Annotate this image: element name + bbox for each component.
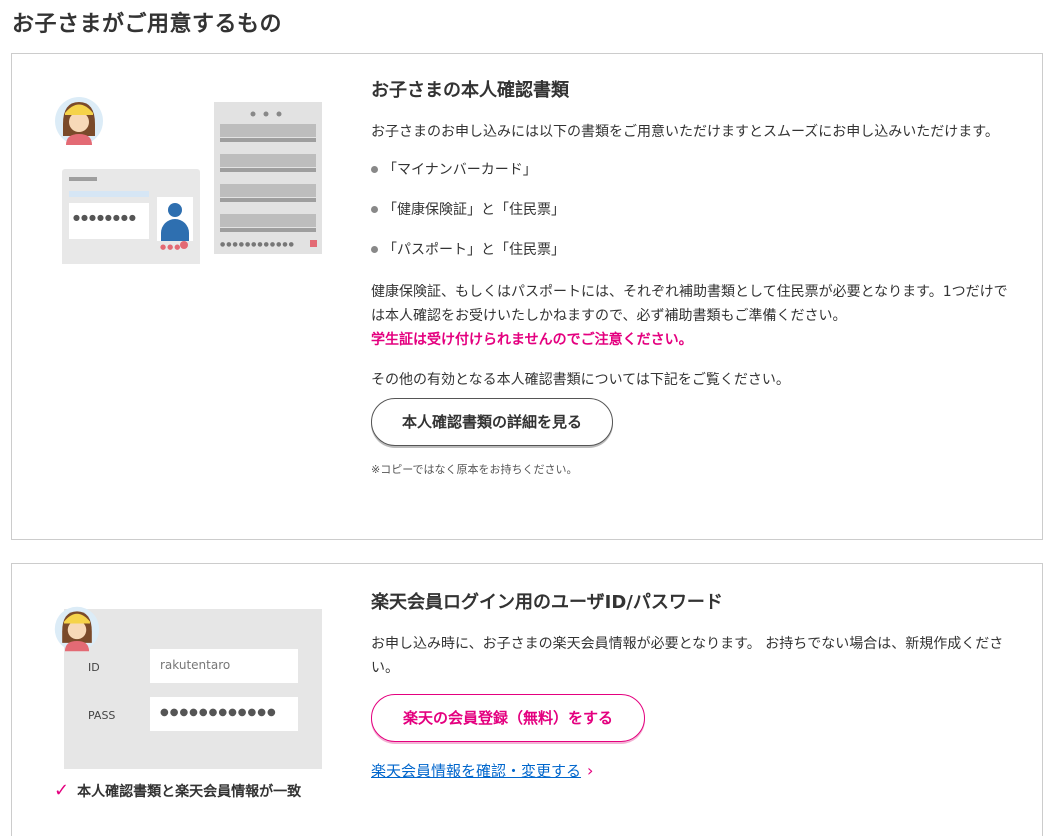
document-footer-dots: ●●●●●●●●●●●● (220, 241, 295, 248)
id-card: ●●●●●●●● ●●● (62, 169, 200, 255)
list-item: 「健康保険証」と「住民票」 (371, 200, 1021, 240)
page-title: お子さまがご用意するもの (12, 12, 283, 37)
id-field: rakutentaro (150, 649, 298, 683)
original-note: ※コピーではなく原本をお持ちください。 (371, 463, 578, 476)
match-note: ✓ 本人確認書類と楽天会員情報が一致 (54, 780, 301, 801)
id-label: ID (88, 661, 100, 674)
register-member-button[interactable]: 楽天の会員登録（無料）をする (371, 694, 645, 742)
intro-text: お子さまのお申し込みには以下の書類をご用意いただけますとスムーズにお申し込みいた… (371, 124, 999, 140)
card-title: お子さまの本人確認書類 (371, 80, 569, 101)
pass-label: PASS (88, 709, 116, 722)
list-item: 「パスポート」と「住民票」 (371, 240, 1021, 280)
login-illustration: ID rakutentaro PASS ●●●●●●●●●●●● ✓ 本人確認書類… (52, 604, 332, 836)
id-photo-icon (157, 197, 193, 241)
check-icon: ✓ (54, 780, 70, 801)
warning-text: 学生証は受け付けられませんのでご注意ください。 (371, 332, 693, 348)
rakuten-login-card: ID rakutentaro PASS ●●●●●●●●●●●● ✓ 本人確認書類… (11, 563, 1043, 836)
id-card-number: ●●●●●●●● (73, 213, 137, 222)
chevron-right-icon: › (587, 761, 594, 780)
match-note-text: 本人確認書類と楽天会員情報が一致 (77, 784, 302, 800)
id-documents-content: お子さまの本人確認書類 お子さまのお申し込みには以下の書類をご用意いただけますと… (371, 78, 1021, 478)
document-icon (214, 102, 322, 254)
member-info-link[interactable]: 楽天会員情報を確認・変更する (371, 762, 581, 780)
list-item: 「マイナンバーカード」 (371, 160, 1021, 200)
body-text: 健康保険証、もしくはパスポートには、それぞれ補助書類として住民票が必要となります… (371, 284, 1008, 324)
view-id-details-button[interactable]: 本人確認書類の詳細を見る (371, 398, 613, 446)
pass-field: ●●●●●●●●●●●● (150, 697, 298, 731)
child-avatar-icon (55, 97, 103, 145)
body-text: お申し込み時に、お子さまの楽天会員情報が必要となります。 お持ちでない場合は、新… (371, 636, 1004, 676)
child-avatar-icon (54, 606, 100, 652)
card-title: 楽天会員ログイン用のユーザID/パスワード (371, 592, 723, 613)
document-list: 「マイナンバーカード」 「健康保険証」と「住民票」 「パスポート」と「住民票」 (371, 160, 1021, 280)
id-field-value: rakutentaro (160, 658, 231, 672)
id-documents-card: ●●●●●●●● ●●● ●●●●●●●●●●●● お子さまの本人確認書類 お子… (11, 53, 1043, 540)
id-documents-illustration: ●●●●●●●● ●●● ●●●●●●●●●●●● (52, 94, 327, 295)
rakuten-login-content: 楽天会員ログイン用のユーザID/パスワード お申し込み時に、お子さまの楽天会員情… (371, 590, 1021, 781)
member-info-link-row: 楽天会員情報を確認・変更する › (371, 760, 1021, 781)
login-form-panel: ID rakutentaro PASS ●●●●●●●●●●●● (64, 609, 322, 769)
other-docs-text: その他の有効となる本人確認書類については下記をご覧ください。 (371, 372, 790, 388)
pass-field-value: ●●●●●●●●●●●● (160, 707, 277, 718)
